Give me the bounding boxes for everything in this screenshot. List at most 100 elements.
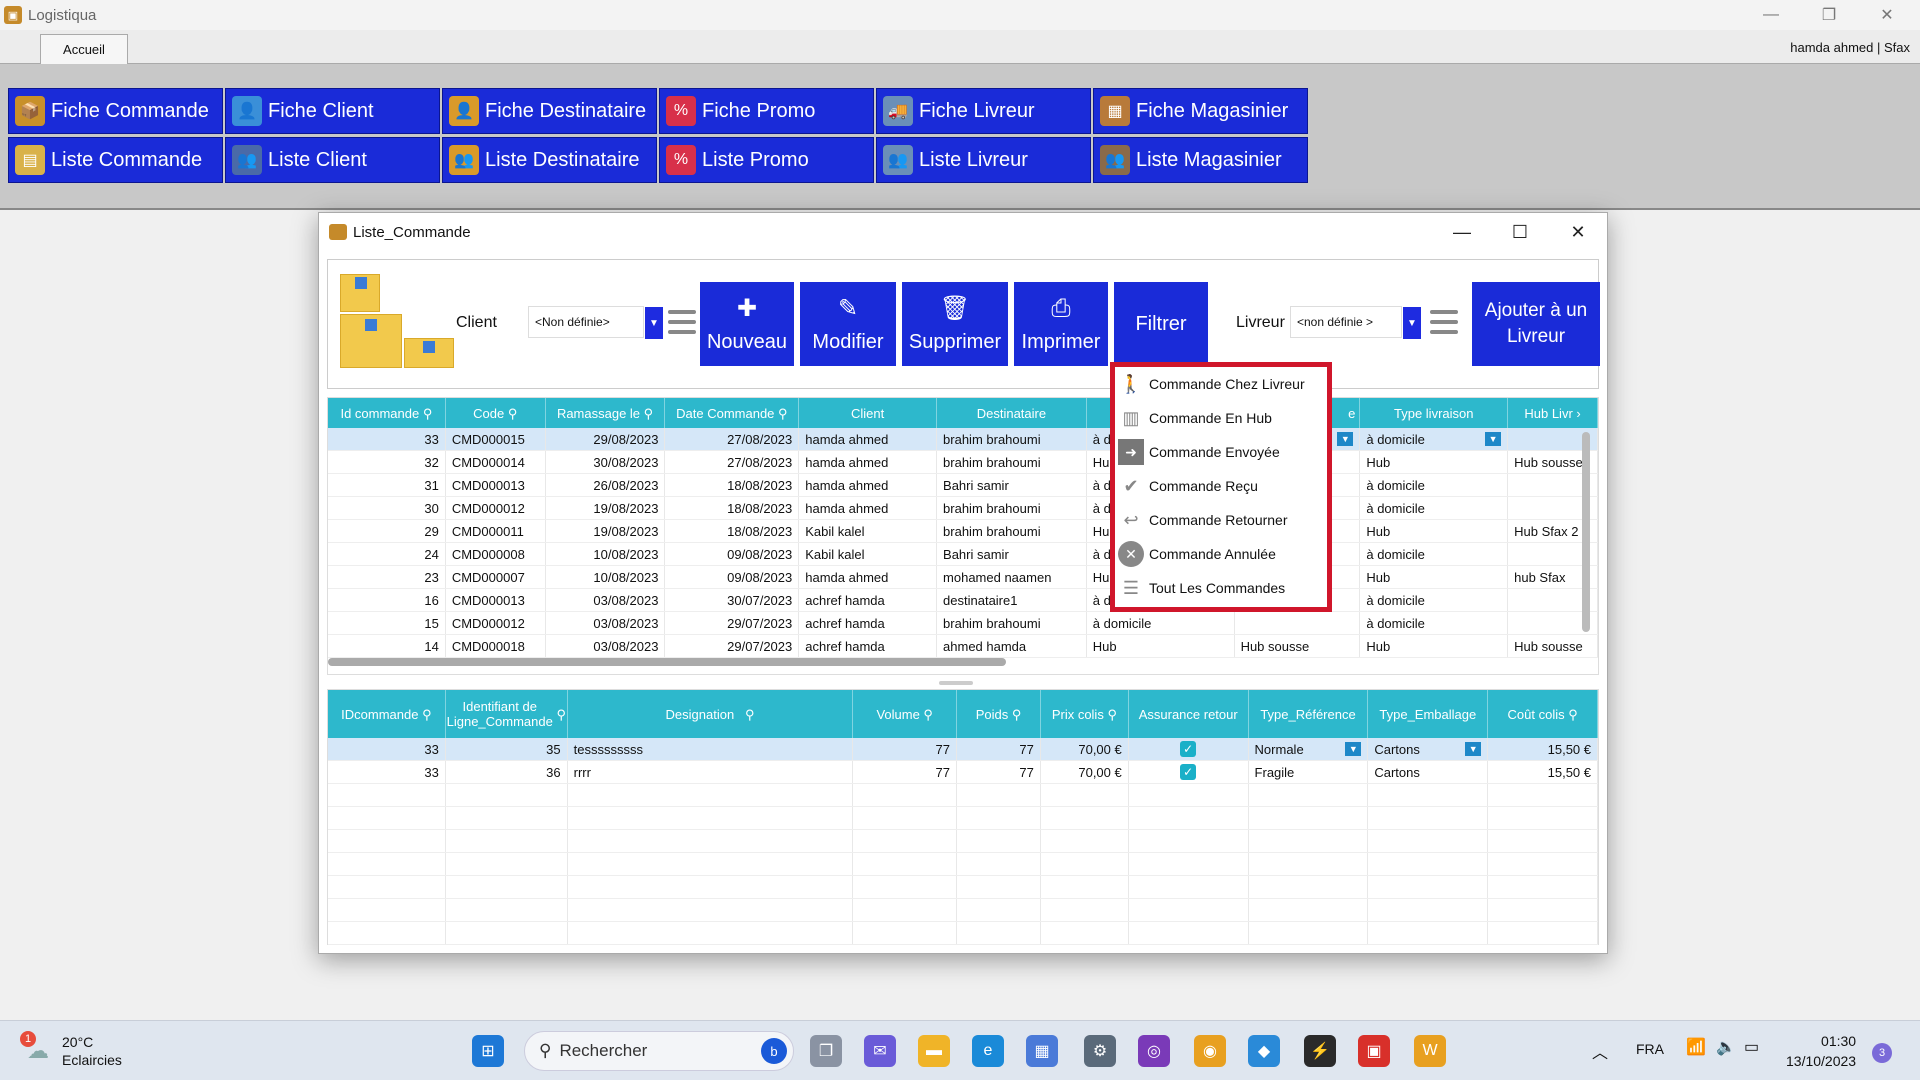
horizontal-scrollbar[interactable] (328, 658, 1006, 666)
liste-commande-button[interactable]: ▤ Liste Commande (8, 137, 223, 183)
close-icon[interactable]: ✕ (1858, 0, 1916, 30)
vertical-scrollbar[interactable] (1582, 432, 1590, 632)
client-menu-icon[interactable] (668, 310, 696, 334)
notification-badge[interactable]: 3 (1872, 1043, 1892, 1063)
modifier-button[interactable]: ✎ Modifier (800, 282, 896, 366)
edge-icon[interactable]: e (972, 1035, 1004, 1067)
table-row[interactable]: 31 CMD000013 26/08/2023 18/08/2023 hamda ahm… (328, 474, 1598, 497)
store-icon[interactable]: ▦ (1026, 1035, 1058, 1067)
start-icon[interactable]: ⊞ (472, 1035, 504, 1067)
chrome-icon[interactable]: ◉ (1194, 1035, 1226, 1067)
splitter-handle[interactable] (939, 681, 973, 685)
table-row[interactable]: 16 CMD000013 03/08/2023 30/07/2023 achref ha… (328, 589, 1598, 612)
liste-promo-button[interactable]: % Liste Promo (659, 137, 874, 183)
fiche-client-button[interactable]: 👤 Fiche Client (225, 88, 440, 134)
filter-toutes[interactable]: ☰ Tout Les Commandes (1115, 571, 1327, 605)
fiche-destinataire-button[interactable]: 👤 Fiche Destinataire (442, 88, 657, 134)
filter-chez-livreur[interactable]: 🚶 Commande Chez Livreur (1115, 367, 1327, 401)
volume-icon[interactable]: 🔈 (1716, 1037, 1736, 1057)
table-row[interactable]: 23 CMD000007 10/08/2023 09/08/2023 hamda ahm… (328, 566, 1598, 589)
col-volume[interactable]: Volume ⚲ (853, 690, 958, 738)
delivery-person-icon: 🚶 (1119, 373, 1143, 394)
windev-icon[interactable]: W (1414, 1035, 1446, 1067)
col-identifiant-ligne[interactable]: Identifiant de Ligne_Commande ⚲ (446, 690, 568, 738)
filtrer-button[interactable]: Filtrer (1114, 282, 1208, 366)
col-code[interactable]: Code ⚲ (446, 398, 546, 428)
nouveau-button[interactable]: ✚ Nouveau (700, 282, 794, 366)
filter-retourner[interactable]: ↩ Commande Retourner (1115, 503, 1327, 537)
col-hub-livr[interactable]: Hub Livr › (1508, 398, 1598, 428)
language-indicator[interactable]: FRA (1636, 1041, 1664, 1057)
table-row[interactable]: 33 35 tesssssssss 77 77 70,00 € ✓ Normale ▼ Carto… (328, 738, 1598, 761)
filter-en-hub[interactable]: ▥ Commande En Hub (1115, 401, 1327, 435)
col-destinataire[interactable]: Destinataire (937, 398, 1087, 428)
col-designation[interactable]: Designation ⚲ (568, 690, 854, 738)
col-id-commande[interactable]: Id commande ⚲ (328, 398, 446, 428)
table-row[interactable]: 15 CMD000012 03/08/2023 29/07/2023 achref ha… (328, 612, 1598, 635)
wifi-icon[interactable]: 📶 (1686, 1037, 1706, 1057)
table-row[interactable]: 32 CMD000014 30/08/2023 27/08/2023 hamda ahm… (328, 451, 1598, 474)
table-row[interactable]: 14 CMD000018 03/08/2023 29/07/2023 achref ha… (328, 635, 1598, 658)
taskbar-search[interactable]: ⚲ Rechercher b (524, 1031, 794, 1071)
liste-destinataire-button[interactable]: 👥 Liste Destinataire (442, 137, 657, 183)
file-explorer-icon[interactable]: ▬ (918, 1035, 950, 1067)
ajouter-livreur-button[interactable]: Ajouter à un Livreur (1472, 282, 1600, 366)
maximize-icon[interactable]: ☐ (1491, 213, 1549, 251)
fiche-livreur-button[interactable]: 🚚 Fiche Livreur (876, 88, 1091, 134)
liste-magasinier-button[interactable]: 👥 Liste Magasinier (1093, 137, 1308, 183)
col-ramassage[interactable]: Ramassage le ⚲ (546, 398, 666, 428)
imprimer-button[interactable]: ⎙ Imprimer (1014, 282, 1108, 366)
col-assurance-retour[interactable]: Assurance retour (1129, 690, 1249, 738)
table-row[interactable]: 30 CMD000012 19/08/2023 18/08/2023 hamda ahm… (328, 497, 1598, 520)
app-icon-1[interactable]: ◎ (1138, 1035, 1170, 1067)
col-poids[interactable]: Poids ⚲ (957, 690, 1041, 738)
filter-envoyee[interactable]: ➜ Commande Envoyée (1115, 435, 1327, 469)
col-client[interactable]: Client (799, 398, 938, 428)
col-date-commande[interactable]: Date Commande ⚲ (665, 398, 800, 428)
chevron-down-icon[interactable]: ▼ (645, 307, 663, 339)
fiche-magasinier-button[interactable]: ▦ Fiche Magasinier (1093, 88, 1308, 134)
settings-icon[interactable]: ⚙ (1084, 1035, 1116, 1067)
col-type-emballage[interactable]: Type_Emballage (1368, 690, 1489, 738)
filter-recu[interactable]: ✔ Commande Reçu (1115, 469, 1327, 503)
table-row[interactable]: 33 CMD000015 29/08/2023 27/08/2023 hamda ahm… (328, 428, 1598, 451)
chevron-down-icon[interactable]: ▼ (1403, 307, 1421, 339)
minimize-icon[interactable]: — (1433, 213, 1491, 251)
task-view-icon[interactable]: ❐ (810, 1035, 842, 1067)
col-type-reference[interactable]: Type_Référence (1249, 690, 1369, 738)
table-row[interactable]: 24 CMD000008 10/08/2023 09/08/2023 Kabil kal… (328, 543, 1598, 566)
livreur-menu-icon[interactable] (1430, 310, 1458, 334)
clock[interactable]: 01:30 13/10/2023 (1786, 1031, 1856, 1071)
chevron-down-icon[interactable]: ▼ (1465, 742, 1482, 756)
app-icon-3[interactable]: ⚡ (1304, 1035, 1336, 1067)
minimize-icon[interactable]: — (1742, 0, 1800, 30)
table-row[interactable]: 29 CMD000011 19/08/2023 18/08/2023 Kabil kal… (328, 520, 1598, 543)
fiche-promo-button[interactable]: % Fiche Promo (659, 88, 874, 134)
battery-icon[interactable]: ▭ (1744, 1037, 1759, 1057)
close-icon[interactable]: ✕ (1549, 213, 1607, 251)
supprimer-button[interactable]: 🗑 Supprimer (902, 282, 1008, 366)
col-cout-colis[interactable]: Coût colis ⚲ (1488, 690, 1599, 738)
app-icon-2[interactable]: ◆ (1248, 1035, 1280, 1067)
chevron-down-icon[interactable]: ▼ (1337, 432, 1354, 446)
liste-livreur-button[interactable]: 👥 Liste Livreur (876, 137, 1091, 183)
client-combo[interactable]: <Non définie> ▼ (528, 306, 663, 339)
liste-client-button[interactable]: 👥 Liste Client (225, 137, 440, 183)
filter-annulee[interactable]: ✕ Commande Annulée (1115, 537, 1327, 571)
restore-icon[interactable]: ❐ (1800, 0, 1858, 30)
chevron-down-icon[interactable]: ▼ (1345, 742, 1362, 756)
checkbox-checked-icon[interactable]: ✓ (1180, 741, 1197, 757)
checkbox-checked-icon[interactable]: ✓ (1180, 764, 1197, 780)
table-row[interactable]: 33 36 rrrr 77 77 70,00 € ✓ Fragile Cartons 15,50 … (328, 761, 1598, 784)
livreur-combo[interactable]: <non définie > ▼ (1290, 306, 1421, 339)
col-prix-colis[interactable]: Prix colis ⚲ (1041, 690, 1129, 738)
tab-accueil[interactable]: Accueil (40, 34, 128, 64)
col-type-livraison[interactable]: Type livraison (1360, 398, 1509, 428)
col-idcommande[interactable]: IDcommande ⚲ (328, 690, 446, 738)
chevron-down-icon[interactable]: ▼ (1485, 432, 1502, 446)
chat-icon[interactable]: ✉ (864, 1035, 896, 1067)
chevron-up-icon[interactable]: ︿ (1592, 1039, 1608, 1063)
app-icon-4[interactable]: ▣ (1358, 1035, 1390, 1067)
weather-widget[interactable]: ☁ 1 20°C Eclaircies (20, 1031, 122, 1069)
fiche-commande-button[interactable]: 📦 Fiche Commande (8, 88, 223, 134)
